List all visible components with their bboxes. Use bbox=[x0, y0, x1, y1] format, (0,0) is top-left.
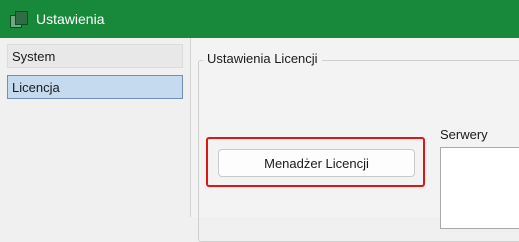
servers-label: Serwery bbox=[440, 127, 488, 142]
sidebar-item-system[interactable]: System bbox=[7, 44, 183, 68]
sidebar-item-licencja[interactable]: Licencja bbox=[7, 75, 183, 99]
title-bar: Ustawienia bbox=[0, 0, 519, 38]
settings-category-list[interactable]: System Licencja bbox=[0, 38, 191, 217]
window-title: Ustawienia bbox=[36, 11, 105, 27]
settings-panel: Ustawienia Licencji Menadżer Licencji Se… bbox=[191, 38, 519, 242]
app-window-icon bbox=[10, 10, 28, 28]
servers-list[interactable] bbox=[440, 147, 519, 229]
group-title: Ustawienia Licencji bbox=[203, 51, 322, 67]
license-manager-button[interactable]: Menadżer Licencji bbox=[218, 149, 415, 177]
